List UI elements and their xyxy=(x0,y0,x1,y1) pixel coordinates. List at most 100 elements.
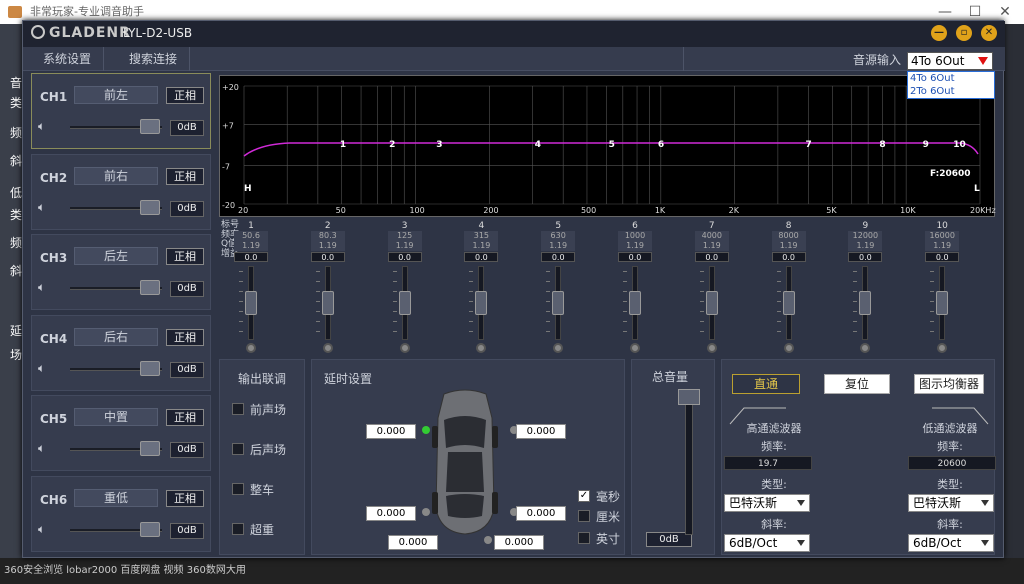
band-gain-knob[interactable] xyxy=(629,291,641,315)
band-freq[interactable]: 630 xyxy=(541,231,576,241)
band-gain-knob[interactable] xyxy=(705,291,718,315)
channel-6-strip[interactable]: CH6 重低 正相 🔈︎ 0dB xyxy=(31,475,211,552)
channel-name-field[interactable]: 后右 xyxy=(74,327,158,346)
band-marker[interactable]: 3 xyxy=(436,140,442,150)
band-marker[interactable]: 1 xyxy=(340,140,346,150)
menu-search-connect[interactable]: 搜索连接 xyxy=(117,47,191,71)
speaker-indicator[interactable] xyxy=(484,536,492,544)
band-gain-knob[interactable] xyxy=(782,291,795,315)
rear-sound-field-checkbox[interactable] xyxy=(232,443,244,455)
band-gain[interactable]: 0.0 xyxy=(310,252,345,262)
window-maximize-button[interactable]: ▫ xyxy=(956,25,972,41)
band-reset-knob[interactable] xyxy=(246,343,256,353)
band-gain[interactable]: 0.0 xyxy=(694,252,729,262)
highpass-slope-select[interactable]: 6dB/Oct xyxy=(724,534,810,552)
band-reset-knob[interactable] xyxy=(322,343,333,353)
channel-name-field[interactable]: 前左 xyxy=(74,86,158,104)
band-q[interactable]: 1.19 xyxy=(464,241,499,251)
front-sound-field-checkbox[interactable] xyxy=(232,403,244,415)
band-reset-knob[interactable] xyxy=(783,343,794,353)
band-gain[interactable]: 0.0 xyxy=(387,252,422,262)
phase-button[interactable]: 正相 xyxy=(166,167,204,185)
band-freq[interactable]: 16000 xyxy=(925,231,960,241)
delay-subwoofer[interactable]: 0.000 xyxy=(494,535,544,550)
band-gain-knob[interactable] xyxy=(245,291,257,315)
band-gain[interactable]: 0.0 xyxy=(848,252,883,262)
graphic-eq-button[interactable]: 图示均衡器 xyxy=(914,374,984,394)
band-gain-knob[interactable] xyxy=(321,291,334,315)
phase-button[interactable]: 正相 xyxy=(166,87,204,104)
band-marker[interactable]: 5 xyxy=(609,140,615,150)
band-marker[interactable]: 7 xyxy=(806,140,812,150)
active-speaker-indicator[interactable] xyxy=(422,426,430,434)
band-reset-knob[interactable] xyxy=(553,343,564,353)
unit-inch-checkbox[interactable] xyxy=(578,532,590,544)
band-q[interactable]: 1.19 xyxy=(541,241,576,251)
highpass-type-select[interactable]: 巴特沃斯 xyxy=(724,494,810,512)
reset-button[interactable]: 复位 xyxy=(824,374,890,394)
band-gain[interactable]: 0.0 xyxy=(618,252,652,262)
band-q[interactable]: 1.19 xyxy=(387,241,422,251)
phase-button[interactable]: 正相 xyxy=(166,489,204,507)
channel-volume-knob[interactable] xyxy=(140,521,160,537)
delay-front-left[interactable]: 0.000 xyxy=(366,424,416,439)
band-marker[interactable]: 9 xyxy=(923,140,929,150)
channel-name-field[interactable]: 中置 xyxy=(74,408,158,426)
lowpass-slope-select[interactable]: 6dB/Oct xyxy=(908,534,994,552)
delay-rear-left[interactable]: 0.000 xyxy=(366,506,416,521)
lowpass-freq-value[interactable]: 20600 xyxy=(908,456,996,470)
phase-button[interactable]: 正相 xyxy=(166,409,204,426)
delay-center[interactable]: 0.000 xyxy=(388,535,438,550)
band-reset-knob[interactable] xyxy=(476,343,487,353)
band-marker[interactable]: 6 xyxy=(658,140,664,150)
speaker-mute-icon[interactable]: 🔈︎ xyxy=(38,280,45,295)
band-gain[interactable]: 0.0 xyxy=(464,252,499,262)
band-q[interactable]: 1.19 xyxy=(234,241,268,251)
band-gain-knob[interactable] xyxy=(398,291,411,315)
channel-4-strip[interactable]: CH4 后右 正相 🔈︎ 0dB xyxy=(31,314,211,391)
band-freq[interactable]: 315 xyxy=(464,231,499,241)
band-marker[interactable]: 2 xyxy=(389,140,395,150)
band-gain[interactable]: 0.0 xyxy=(925,252,960,262)
speaker-mute-icon[interactable]: 🔈︎ xyxy=(38,200,45,215)
channel-1-strip[interactable]: CH1 前左 正相 🔈︎ 0dB xyxy=(31,73,211,149)
speaker-mute-icon[interactable]: 🔈︎ xyxy=(38,361,45,376)
channel-2-strip[interactable]: CH2 前右 正相 🔈︎ 0dB xyxy=(31,153,211,230)
unit-ms-checkbox[interactable]: ✓ xyxy=(578,490,590,502)
master-volume-track[interactable] xyxy=(685,393,693,535)
band-q[interactable]: 1.19 xyxy=(694,241,729,251)
band-q[interactable]: 1.19 xyxy=(310,241,345,251)
band-reset-knob[interactable] xyxy=(706,343,717,353)
menu-system-settings[interactable]: 系统设置 xyxy=(31,47,105,71)
channel-volume-knob[interactable] xyxy=(140,199,160,215)
eq-response-graph[interactable]: +20 +7 -7 -20 20 50 100 200 500 1K 2K 5K 10K 20KHz 1 2 3… xyxy=(219,75,996,217)
band-reset-knob[interactable] xyxy=(399,343,410,353)
lowpass-type-select[interactable]: 巴特沃斯 xyxy=(908,494,994,512)
band-marker[interactable]: 8 xyxy=(879,140,885,150)
band-marker[interactable]: 4 xyxy=(535,140,541,150)
channel-5-strip[interactable]: CH5 中置 正相 🔈︎ 0dB xyxy=(31,395,211,471)
band-freq[interactable]: 8000 xyxy=(771,231,806,241)
band-gain[interactable]: 0.0 xyxy=(234,252,268,262)
band-freq[interactable]: 1000 xyxy=(618,231,652,241)
source-option[interactable]: 2To 6Out xyxy=(908,85,994,98)
unit-cm-checkbox[interactable] xyxy=(578,510,590,522)
delay-front-right[interactable]: 0.000 xyxy=(516,424,566,439)
band-gain-knob[interactable] xyxy=(859,291,872,315)
speaker-mute-icon[interactable]: 🔈︎ xyxy=(38,441,45,456)
whole-car-checkbox[interactable] xyxy=(232,483,244,495)
band-q[interactable]: 1.19 xyxy=(618,241,652,251)
bypass-button[interactable]: 直通 xyxy=(732,374,800,394)
window-close-button[interactable]: ✕ xyxy=(981,25,997,41)
band-marker[interactable]: 10 xyxy=(953,140,966,150)
channel-volume-knob[interactable] xyxy=(140,441,160,456)
source-input-select[interactable]: 4To 6Out xyxy=(907,52,993,70)
delay-rear-right[interactable]: 0.000 xyxy=(516,506,566,521)
band-gain-knob[interactable] xyxy=(552,291,565,315)
band-reset-knob[interactable] xyxy=(630,343,640,353)
subwoofer-checkbox[interactable] xyxy=(232,523,244,535)
channel-name-field[interactable]: 后左 xyxy=(74,247,158,265)
band-freq[interactable]: 50.6 xyxy=(234,231,268,241)
phase-button[interactable]: 正相 xyxy=(166,248,204,265)
master-volume-knob[interactable] xyxy=(678,389,700,405)
